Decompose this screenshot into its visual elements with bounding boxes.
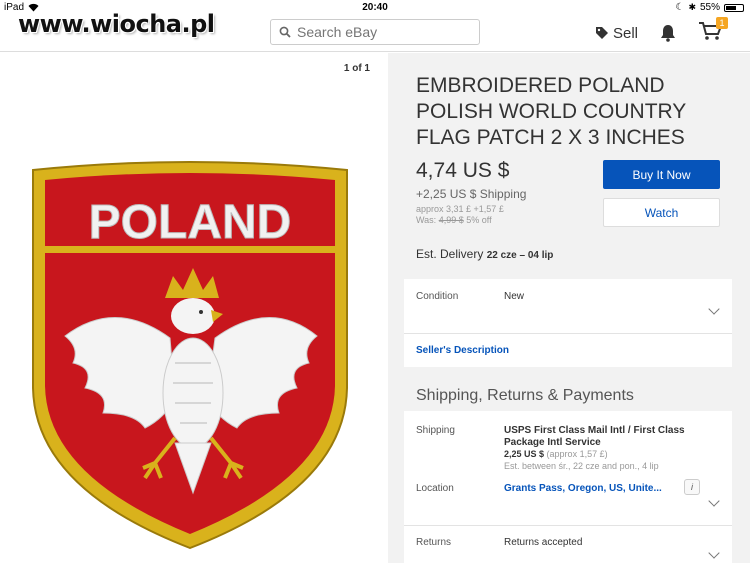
sell-button[interactable]: Sell xyxy=(595,25,638,42)
sell-label: Sell xyxy=(612,24,638,42)
cart-button[interactable]: 1 xyxy=(698,17,728,45)
shipping-cost: +2,25 US $ Shipping xyxy=(416,187,527,201)
divider xyxy=(404,525,732,526)
chevron-down-icon[interactable] xyxy=(708,547,720,559)
shipping-card: Shipping USPS First Class Mail Intl / Fi… xyxy=(404,411,732,563)
search-box[interactable] xyxy=(270,19,480,45)
condition-label: Condition xyxy=(416,291,459,302)
info-icon[interactable]: i xyxy=(684,479,700,495)
battery-percent: 55% xyxy=(699,2,720,13)
bluetooth-icon: ✱ xyxy=(688,2,696,12)
chevron-down-icon[interactable] xyxy=(708,495,720,507)
buy-it-now-button[interactable]: Buy It Now xyxy=(603,160,720,189)
was-label: Was: xyxy=(416,215,437,225)
discount: 5% off xyxy=(466,215,492,225)
returns-value: Returns accepted xyxy=(504,537,583,548)
shipping-estimate: Est. between śr., 22 cze and pon., 4 lip xyxy=(504,461,659,471)
image-gallery[interactable]: 1 of 1 POLAND xyxy=(0,53,388,563)
image-counter: 1 of 1 xyxy=(343,63,370,74)
listing-details: EMBROIDERED POLAND POLISH WORLD COUNTRY … xyxy=(388,53,750,563)
shipping-method: USPS First Class Mail Intl / First Class… xyxy=(504,425,685,448)
shipping-label: Shipping xyxy=(416,425,455,436)
search-input[interactable] xyxy=(297,24,467,40)
shipping-cost-approx: (approx 1,57 £) xyxy=(546,449,608,459)
was-price: Was: 4,99 $ 5% off xyxy=(416,215,492,225)
tag-icon xyxy=(595,27,608,39)
delivery-dates: 22 cze – 04 lip xyxy=(486,250,554,261)
watermark-logo: www.wiocha.pl xyxy=(18,10,215,38)
section-heading: Shipping, Returns & Payments xyxy=(416,387,634,404)
item-details-card: Condition New Seller's Description xyxy=(404,279,732,367)
shipping-cost-row: 2,25 US $ (approx 1,57 £) xyxy=(504,449,608,459)
status-right: ☾ ✱ 55% xyxy=(675,2,744,13)
was-value: 4,99 $ xyxy=(438,215,464,225)
listing-price: 4,74 US $ xyxy=(416,159,510,182)
seller-description-link[interactable]: Seller's Description xyxy=(416,345,509,356)
watch-button[interactable]: Watch xyxy=(603,198,720,227)
search-icon xyxy=(279,26,291,38)
poland-patch-image[interactable]: POLAND xyxy=(25,158,355,553)
divider xyxy=(404,333,732,334)
condition-value: New xyxy=(504,291,525,302)
header-actions: Sell 1 xyxy=(595,17,728,45)
returns-label: Returns xyxy=(416,537,452,548)
battery-icon xyxy=(724,3,744,12)
cart-badge: 1 xyxy=(716,17,728,29)
patch-text: POLAND xyxy=(89,196,292,249)
delivery-label: Est. Delivery xyxy=(416,247,484,261)
location-link[interactable]: Grants Pass, Oregon, US, Unite... xyxy=(504,483,662,494)
estimated-delivery: Est. Delivery 22 cze – 04 lip xyxy=(416,247,553,261)
shipping-cost-value: 2,25 US $ xyxy=(504,449,545,459)
bell-icon[interactable] xyxy=(660,24,676,42)
chevron-down-icon[interactable] xyxy=(708,303,720,315)
listing-title: EMBROIDERED POLAND POLISH WORLD COUNTRY … xyxy=(416,74,686,149)
approx-price: approx 3,31 £ +1,57 £ xyxy=(416,204,504,214)
location-label: Location xyxy=(416,483,454,494)
moon-icon: ☾ xyxy=(675,2,685,13)
